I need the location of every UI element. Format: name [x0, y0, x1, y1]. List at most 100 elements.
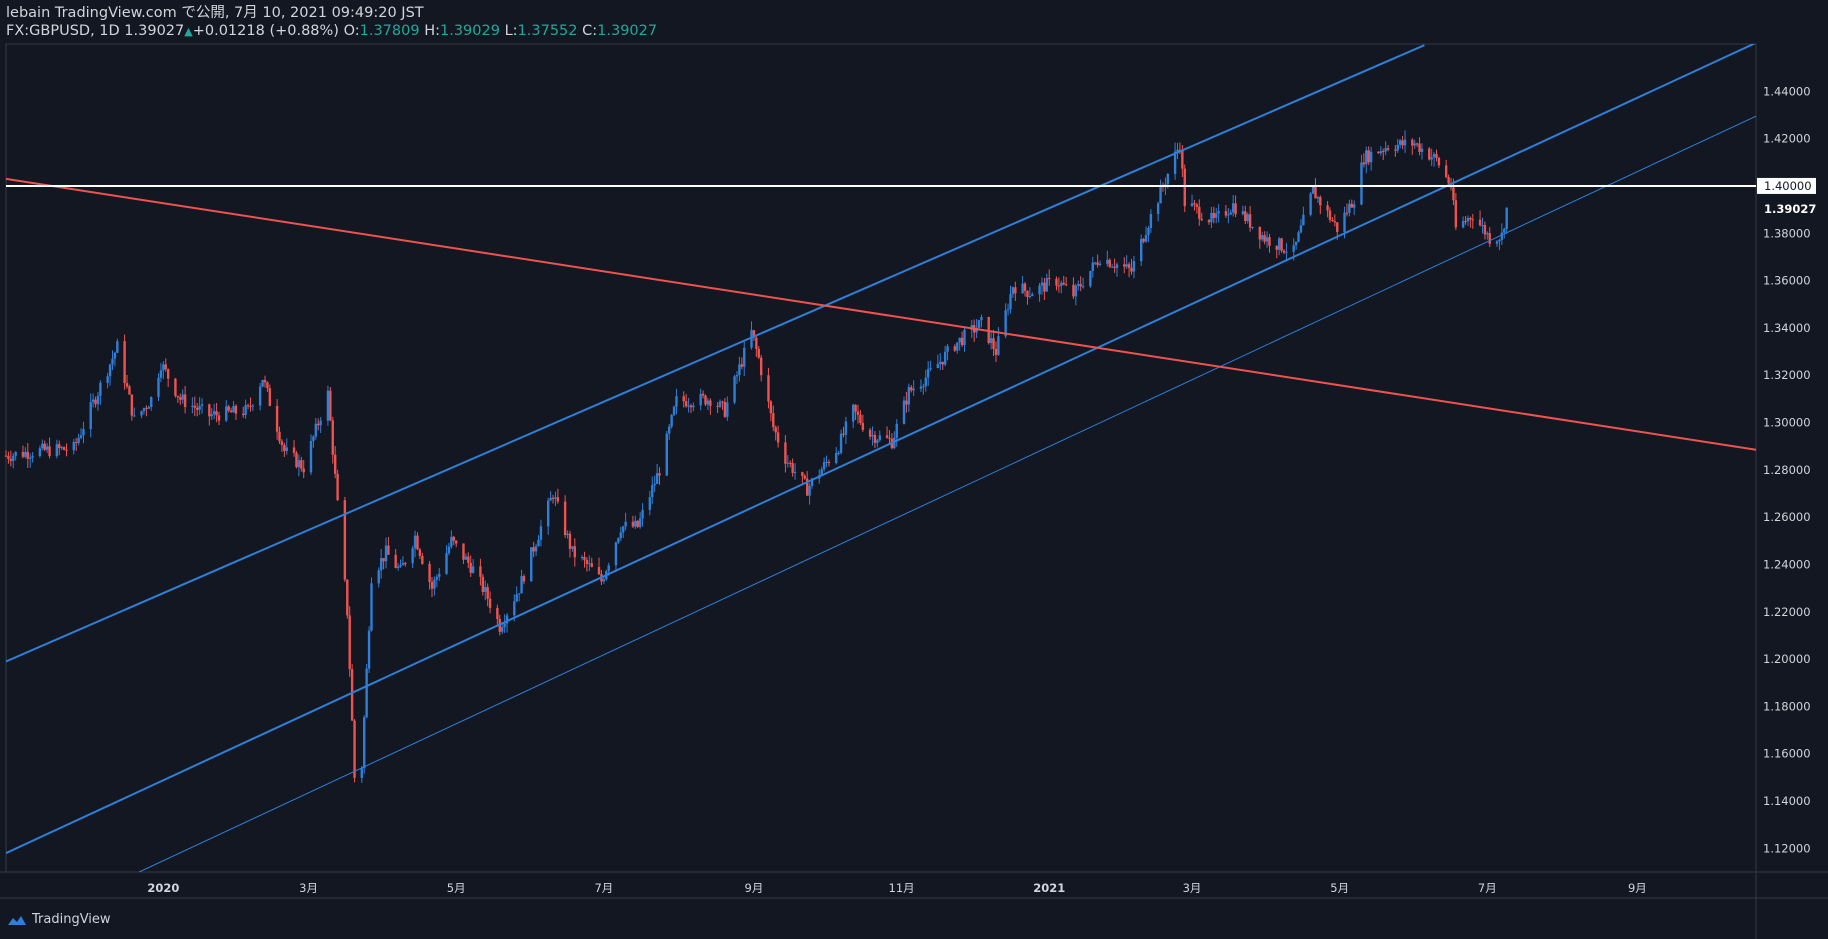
- candle-body: [79, 435, 83, 438]
- candle-body: [319, 420, 322, 426]
- candle-body: [1244, 211, 1247, 222]
- candle-body: [910, 387, 913, 391]
- candle-body: [246, 405, 250, 407]
- candle-body: [672, 406, 676, 415]
- candle-body: [1437, 157, 1441, 166]
- candle-body: [280, 441, 284, 445]
- candle-body: [350, 669, 354, 721]
- candle-body: [7, 455, 10, 459]
- candle-body: [312, 436, 315, 442]
- candle-body: [275, 405, 279, 432]
- candle-body: [1123, 264, 1126, 267]
- candle-body: [619, 532, 622, 538]
- candle-body: [941, 361, 944, 365]
- candle-body: [861, 422, 865, 430]
- candle-body: [738, 364, 741, 376]
- candle-body: [1277, 238, 1281, 250]
- candle-body: [977, 320, 981, 329]
- candle-body: [1108, 259, 1111, 267]
- candle-body: [191, 405, 194, 408]
- candle-body: [912, 388, 915, 391]
- price-chart[interactable]: 1.44000 1.42000 1.40000 1.38000 1.36000 1.340…: [0, 0, 1828, 939]
- candle-body: [116, 341, 119, 353]
- candle-body: [1195, 204, 1199, 207]
- candle-body: [1498, 239, 1501, 242]
- candle-body: [82, 429, 85, 436]
- candle-body: [1403, 139, 1407, 146]
- candle-body: [997, 336, 1000, 355]
- candle-body: [1367, 150, 1370, 163]
- candle-body: [150, 397, 153, 408]
- candle-body: [1268, 237, 1271, 246]
- price-tick-label: 1.30000: [1763, 416, 1811, 430]
- candle-body: [24, 451, 27, 457]
- plot-frame: [0, 43, 1828, 939]
- candle-body: [767, 375, 770, 402]
- candle-body: [1430, 157, 1433, 160]
- time-axis[interactable]: 2020 3月 5月 7月 9月 11月 2021 3月 5月 7月 9月: [147, 881, 1646, 895]
- candle-body: [992, 338, 995, 349]
- candle-body: [1011, 287, 1015, 295]
- candle-body: [72, 442, 75, 451]
- candle-body: [1413, 143, 1416, 146]
- candle-body: [1294, 241, 1298, 246]
- candle-body: [980, 316, 983, 321]
- candle-body: [242, 413, 245, 416]
- candle-body: [1377, 151, 1380, 154]
- candle-body: [786, 462, 790, 464]
- candle-body: [1248, 214, 1252, 228]
- candle-body: [1028, 296, 1032, 298]
- candle-body: [648, 497, 652, 510]
- candle-body: [266, 382, 269, 389]
- candle-body: [55, 444, 59, 457]
- candle-body: [106, 376, 109, 383]
- candle-body: [278, 431, 281, 442]
- candle-body: [363, 717, 366, 769]
- candle-body: [1285, 251, 1288, 253]
- candle-body: [926, 369, 930, 378]
- candle-body: [113, 352, 117, 359]
- candle-body: [1495, 241, 1499, 244]
- candle-body: [622, 526, 625, 533]
- candle-body: [614, 542, 618, 566]
- candle-body: [336, 473, 339, 501]
- candle-body: [876, 440, 879, 443]
- candle-body: [1215, 213, 1218, 218]
- candle-body: [384, 545, 388, 562]
- price-tick-label: 1.34000: [1763, 321, 1811, 335]
- candle-body: [1500, 232, 1504, 240]
- candle-body: [774, 427, 777, 433]
- price-tick-label: 1.20000: [1763, 652, 1811, 666]
- candle-body: [435, 576, 439, 580]
- candle-body: [617, 537, 620, 543]
- candle-body: [631, 521, 635, 527]
- candle-body: [960, 337, 964, 346]
- candle-body: [517, 593, 521, 595]
- candle-body: [1454, 200, 1458, 228]
- candle-body: [568, 533, 572, 549]
- candle-body: [1432, 154, 1436, 158]
- candle-body: [29, 457, 32, 459]
- candle-body: [701, 393, 705, 396]
- candle-body: [1309, 193, 1312, 215]
- candle-body: [147, 407, 151, 409]
- candle-body: [1394, 149, 1397, 151]
- candle-body: [382, 558, 385, 562]
- candle-body: [263, 379, 267, 383]
- candle-body: [835, 452, 838, 464]
- candle-body: [401, 563, 405, 566]
- candle-body: [200, 404, 204, 406]
- candle-body: [445, 553, 448, 574]
- candle-body: [537, 539, 540, 547]
- price-axis[interactable]: 1.44000 1.42000 1.40000 1.38000 1.36000 1.340…: [1757, 84, 1816, 855]
- candle-body: [488, 598, 492, 608]
- candle-body: [353, 720, 356, 778]
- candle-body: [1026, 290, 1029, 297]
- candle-body: [651, 485, 654, 498]
- candle-body: [1193, 203, 1196, 205]
- candle-body: [234, 405, 238, 414]
- candle-body: [1435, 154, 1438, 158]
- candle-body: [227, 406, 230, 411]
- price-tick-label: 1.36000: [1763, 274, 1811, 288]
- candle-body: [370, 583, 373, 631]
